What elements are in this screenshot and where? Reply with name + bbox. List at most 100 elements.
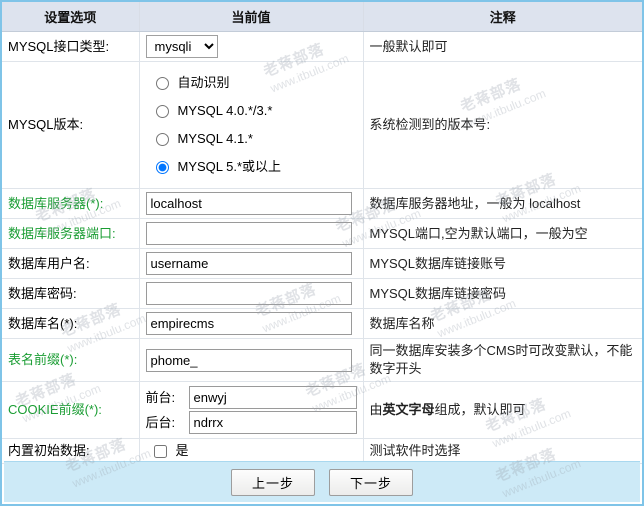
value-cell-init-data: 是 (139, 438, 364, 464)
note-mysql-version: 系统检测到的版本号: (369, 117, 491, 132)
cookie-front-row: 前台: (146, 385, 357, 410)
db-user-input[interactable] (145, 252, 352, 275)
label-table-prefix: 表名前缀(*): (8, 352, 78, 367)
note-cookie-prefix: 由英文字母组成，默认即可 (370, 402, 526, 417)
table-row-mysql-interface: MYSQL接口类型: mysqli mysql 一般默认即可 (2, 31, 642, 62)
note-cookie-pre: 由 (369, 402, 383, 417)
note-cell-db-name: 数据库名称 (363, 308, 642, 339)
radio-label-mysql41: MYSQL 4.1.* (177, 131, 253, 146)
column-header-value: 当前值 (139, 2, 364, 32)
db-name-input[interactable] (145, 312, 352, 335)
table-row-init-data: 内置初始数据: 是 测试软件时选择 (2, 438, 642, 464)
label-db-server: 数据库服务器(*): (8, 195, 104, 211)
label-cookie-back: 后台: (145, 414, 176, 430)
prev-step-button[interactable]: 上一步 (230, 468, 315, 496)
label-cell-mysql-interface: MYSQL接口类型: (2, 31, 140, 62)
radio-label-mysql40: MYSQL 4.0.*/3.* (177, 103, 273, 118)
label-cell-db-user: 数据库用户名: (2, 248, 140, 279)
label-cell-db-port: 数据库服务器端口: (2, 218, 140, 249)
mysql-interface-select[interactable]: mysqli mysql (145, 35, 218, 58)
note-db-name: 数据库名称 (369, 315, 435, 331)
radio-option-auto[interactable]: 自动识别 (155, 69, 357, 97)
radio-label-auto: 自动识别 (177, 75, 230, 90)
init-data-checkbox-wrap[interactable]: 是 (146, 442, 357, 460)
db-port-input[interactable] (145, 222, 352, 245)
label-cell-db-name: 数据库名(*): (2, 308, 140, 339)
label-db-port: 数据库服务器端口: (8, 225, 116, 241)
note-table-prefix: 同一数据库安装多个CMS时可改变默认，不能数字开头 (369, 343, 633, 376)
table-row-table-prefix: 表名前缀(*): 同一数据库安装多个CMS时可改变默认，不能数字开头 (2, 338, 642, 382)
column-header-note: 注释 (363, 2, 642, 32)
install-page: 设置选项 当前值 注释 MYSQL接口类型: mysqli mysql 一般默认… (0, 0, 644, 506)
mysql-version-radio-group: 自动识别 MYSQL 4.0.*/3.* MYSQL 4.1.* MYSQL 5… (146, 65, 357, 185)
value-cell-db-password (139, 278, 364, 309)
value-cell-db-port (139, 218, 364, 249)
note-cell-cookie-prefix: 由英文字母组成，默认即可 (363, 381, 642, 439)
table-row-db-password: 数据库密码: MYSQL数据库链接密码 (2, 278, 642, 309)
label-cell-db-password: 数据库密码: (2, 278, 140, 309)
note-db-server: 数据库服务器地址，一般为 localhost (369, 195, 581, 211)
table-row-db-user: 数据库用户名: MYSQL数据库链接账号 (2, 248, 642, 279)
db-password-input[interactable] (145, 282, 352, 305)
label-cell-table-prefix: 表名前缀(*): (2, 338, 140, 382)
note-cell-mysql-interface: 一般默认即可 (363, 31, 642, 62)
next-step-button[interactable]: 下一步 (329, 468, 414, 496)
radio-label-mysql5: MYSQL 5.*或以上 (177, 159, 282, 174)
note-cell-db-port: MYSQL端口,空为默认端口，一般为空 (363, 218, 642, 249)
note-cookie-bold: 英文字母 (382, 402, 435, 417)
radio-input-mysql40[interactable] (155, 104, 169, 118)
note-cookie-post: 组成，默认即可 (434, 402, 526, 417)
label-db-user: 数据库用户名: (8, 255, 90, 271)
footer-bar: 上一步 下一步 (4, 461, 640, 502)
note-db-port: MYSQL端口,空为默认端口，一般为空 (369, 225, 588, 241)
table-row-mysql-version: MYSQL版本: 自动识别 MYSQL 4.0.*/3.* MYSQL 4.1.… (2, 61, 642, 189)
note-cell-mysql-version: 系统检测到的版本号: (363, 61, 642, 189)
note-cell-init-data: 测试软件时选择 (363, 438, 642, 464)
value-cell-db-user (139, 248, 364, 279)
note-cell-db-password: MYSQL数据库链接密码 (363, 278, 642, 309)
radio-option-mysql40[interactable]: MYSQL 4.0.*/3.* (155, 97, 357, 125)
radio-option-mysql5[interactable]: MYSQL 5.*或以上 (155, 153, 357, 181)
label-db-password: 数据库密码: (8, 285, 77, 301)
label-init-data: 内置初始数据: (8, 443, 90, 458)
column-header-option: 设置选项 (2, 2, 140, 32)
radio-option-mysql41[interactable]: MYSQL 4.1.* (155, 125, 357, 153)
label-mysql-interface: MYSQL接口类型: (8, 38, 110, 54)
radio-input-mysql41[interactable] (155, 132, 169, 146)
table-row-db-name: 数据库名(*): 数据库名称 (2, 308, 642, 339)
db-server-input[interactable] (145, 192, 352, 215)
note-cell-db-user: MYSQL数据库链接账号 (363, 248, 642, 279)
value-cell-table-prefix (139, 338, 364, 382)
label-cell-init-data: 内置初始数据: (2, 438, 140, 464)
value-cell-mysql-interface: mysqli mysql (139, 31, 364, 62)
init-data-checkbox[interactable] (153, 444, 167, 458)
cookie-back-input[interactable] (188, 411, 357, 434)
value-cell-db-server (139, 188, 364, 219)
value-cell-db-name (139, 308, 364, 339)
note-cell-db-server: 数据库服务器地址，一般为 localhost (363, 188, 642, 219)
radio-input-mysql5[interactable] (155, 160, 169, 174)
label-cookie-front: 前台: (145, 389, 176, 405)
label-mysql-version: MYSQL版本: (8, 117, 84, 132)
note-db-password: MYSQL数据库链接密码 (369, 285, 507, 301)
note-cell-table-prefix: 同一数据库安装多个CMS时可改变默认，不能数字开头 (363, 338, 642, 382)
label-cell-db-server: 数据库服务器(*): (2, 188, 140, 219)
settings-table: 设置选项 当前值 注释 MYSQL接口类型: mysqli mysql 一般默认… (2, 2, 642, 464)
note-init-data: 测试软件时选择 (369, 443, 461, 458)
value-cell-cookie-prefix: 前台: 后台: (139, 381, 364, 439)
cookie-front-input[interactable] (188, 386, 357, 409)
value-cell-mysql-version: 自动识别 MYSQL 4.0.*/3.* MYSQL 4.1.* MYSQL 5… (139, 61, 364, 189)
table-row-cookie-prefix: COOKIE前缀(*): 前台: 后台: 由英文字母组成，默认即可 (2, 381, 642, 439)
radio-input-auto[interactable] (155, 76, 169, 90)
label-cookie-prefix: COOKIE前缀(*): (8, 402, 102, 417)
table-row-db-server: 数据库服务器(*): 数据库服务器地址，一般为 localhost (2, 188, 642, 219)
label-db-name: 数据库名(*): (8, 315, 78, 331)
table-prefix-input[interactable] (145, 348, 352, 372)
note-mysql-interface: 一般默认即可 (369, 38, 448, 54)
init-data-checkbox-label: 是 (175, 443, 189, 458)
table-header-row: 设置选项 当前值 注释 (2, 2, 642, 32)
note-db-user: MYSQL数据库链接账号 (369, 255, 507, 271)
label-cell-mysql-version: MYSQL版本: (2, 61, 140, 189)
cookie-back-row: 后台: (146, 410, 357, 435)
label-cell-cookie-prefix: COOKIE前缀(*): (2, 381, 140, 439)
